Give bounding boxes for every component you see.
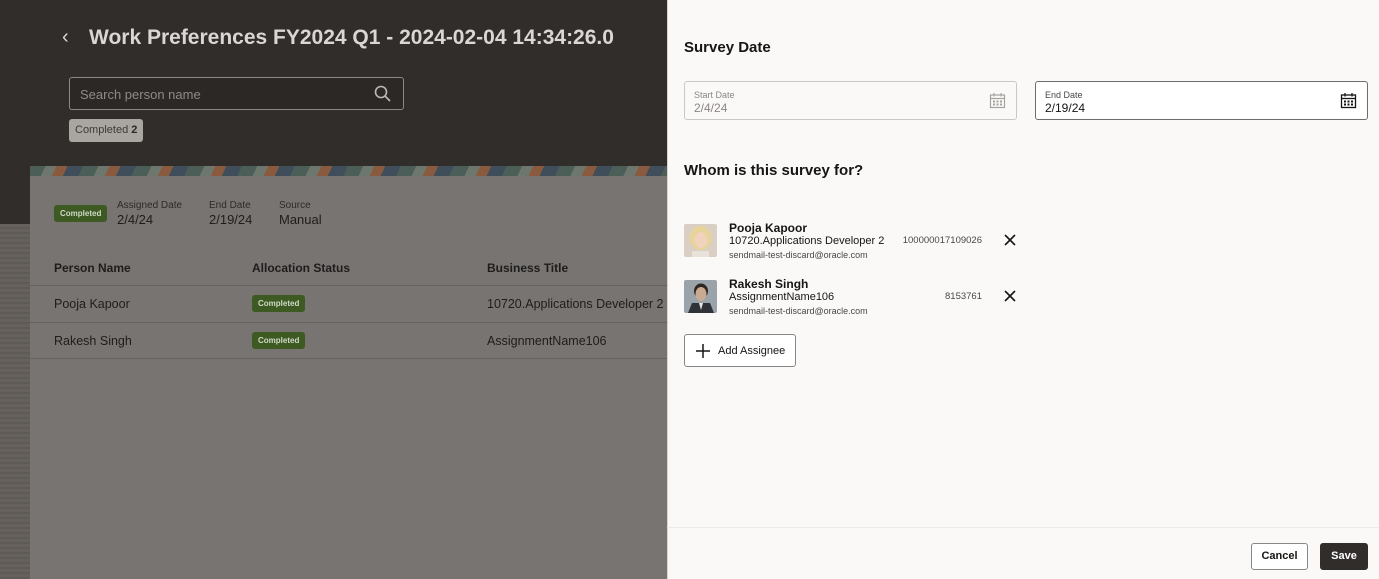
filter-chip-count: 2 [131, 124, 138, 136]
row-divider [30, 285, 667, 286]
assigned-date-label: Assigned Date [117, 200, 183, 211]
assignee-name: Rakesh Singh [729, 277, 809, 291]
source-value: Manual [279, 212, 322, 227]
survey-date-heading: Survey Date [684, 39, 771, 56]
source-label: Source [279, 200, 311, 211]
filter-chip-label: Completed [75, 124, 129, 136]
cancel-button[interactable]: Cancel [1251, 543, 1308, 570]
remove-assignee-close-icon[interactable] [1002, 288, 1018, 304]
back-chevron-icon[interactable]: ‹ [62, 26, 69, 49]
save-button[interactable]: Save [1320, 543, 1368, 570]
add-assignee-label: Add Assignee [718, 345, 786, 357]
column-header-allocation-status[interactable]: Allocation Status [252, 261, 350, 275]
assignee-number: 100000017109026 [902, 235, 982, 246]
avatar [684, 224, 717, 257]
column-header-person-name[interactable]: Person Name [54, 261, 131, 275]
avatar [684, 280, 717, 313]
whom-survey-heading: Whom is this survey for? [684, 162, 864, 179]
row-divider [30, 358, 667, 359]
column-header-business-title[interactable]: Business Title [487, 261, 568, 275]
end-date-field[interactable]: End Date 2/19/24 [1035, 81, 1368, 120]
start-date-label: Start Date [694, 90, 735, 100]
plus-icon [695, 343, 711, 364]
table-cell-business-title: 10720.Applications Developer 2 [487, 297, 664, 311]
end-date-label: End Date [1045, 90, 1083, 100]
end-date-label: End Date [209, 200, 251, 211]
assignee-title: AssignmentName106 [729, 291, 835, 303]
table-cell-status-badge: Completed [252, 295, 306, 312]
end-date-value[interactable]: 2/19/24 [1045, 101, 1085, 115]
filter-chip-completed[interactable]: Completed 2 [69, 119, 144, 142]
footer-divider [667, 527, 1379, 528]
calendar-icon [989, 92, 1006, 114]
table-cell-status-badge: Completed [252, 332, 306, 349]
decorative-strip [0, 224, 30, 579]
survey-card [30, 176, 667, 579]
background-page: ‹ Work Preferences FY2024 Q1 - 2024-02-0… [0, 0, 667, 579]
add-assignee-button[interactable]: Add Assignee [684, 334, 796, 367]
search-icon[interactable] [374, 85, 391, 107]
row-divider [30, 322, 667, 323]
table-cell-business-title: AssignmentName106 [487, 334, 607, 348]
search-person-field[interactable]: Search person name [69, 77, 404, 110]
decorative-banner [30, 166, 667, 176]
remove-assignee-close-icon[interactable] [1002, 232, 1018, 248]
start-date-value: 2/4/24 [694, 101, 728, 115]
start-date-field: Start Date 2/4/24 [684, 81, 1017, 120]
page-title: Work Preferences FY2024 Q1 - 2024-02-04 … [89, 26, 614, 49]
table-cell-person-name[interactable]: Rakesh Singh [54, 334, 132, 348]
assignee-email: sendmail-test-discard@oracle.com [729, 250, 868, 260]
table-cell-person-name[interactable]: Pooja Kapoor [54, 297, 130, 311]
assigned-date-value: 2/4/24 [117, 212, 154, 227]
assignee-number: 8153761 [945, 291, 982, 302]
end-date-value: 2/19/24 [209, 212, 253, 227]
assignee-email: sendmail-test-discard@oracle.com [729, 306, 868, 316]
assignee-name: Pooja Kapoor [729, 221, 808, 235]
search-input-placeholder: Search person name [80, 87, 201, 102]
status-badge: Completed [54, 205, 108, 222]
calendar-icon[interactable] [1340, 92, 1357, 114]
